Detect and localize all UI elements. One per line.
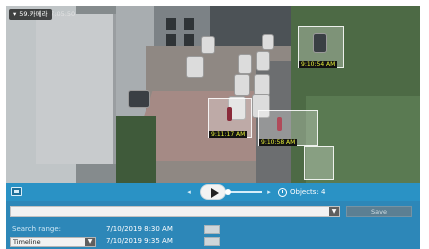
detected-person bbox=[227, 107, 232, 121]
building-window bbox=[166, 34, 176, 46]
search-panel: ▼ Save Search range: 7/10/2019 8:30 AM T… bbox=[6, 201, 420, 249]
camera-label: 59.카메라 bbox=[19, 10, 48, 18]
chevron-down-icon[interactable]: ▼ bbox=[329, 207, 339, 216]
play-button[interactable] bbox=[200, 184, 226, 200]
end-date-picker[interactable] bbox=[204, 237, 220, 246]
chevron-down-icon[interactable]: ▼ bbox=[85, 238, 95, 246]
building-window bbox=[166, 18, 176, 30]
start-datetime: 7/10/2019 8:30 AM bbox=[106, 225, 173, 233]
detection-box[interactable]: 9:11:17 AM bbox=[208, 98, 252, 138]
parked-car bbox=[262, 34, 274, 50]
parked-car bbox=[254, 74, 270, 96]
previous-button[interactable]: ◂ bbox=[184, 187, 194, 197]
seek-handle[interactable] bbox=[225, 189, 231, 195]
mode-select-value: Timeline bbox=[13, 238, 41, 246]
detection-timestamp: 9:11:17 AM bbox=[209, 131, 248, 138]
detected-car bbox=[313, 33, 327, 53]
parked-car bbox=[238, 54, 252, 74]
parked-car bbox=[201, 36, 215, 54]
end-datetime: 7/10/2019 9:35 AM bbox=[106, 237, 173, 245]
parked-car bbox=[128, 90, 150, 108]
clock-icon bbox=[278, 187, 287, 197]
detection-timestamp: 9:10:58 AM bbox=[259, 139, 298, 146]
parked-car bbox=[186, 56, 204, 78]
parked-car bbox=[234, 74, 250, 96]
parked-car bbox=[256, 51, 270, 71]
objects-count-label: Objects: 4 bbox=[290, 188, 326, 196]
mode-select[interactable]: Timeline ▼ bbox=[10, 237, 96, 247]
bushes bbox=[116, 116, 156, 183]
save-button[interactable]: Save bbox=[346, 206, 412, 217]
detection-box[interactable] bbox=[304, 146, 334, 180]
next-button[interactable]: ▸ bbox=[264, 187, 274, 197]
seek-slider[interactable] bbox=[225, 189, 262, 195]
objects-counter: Objects: 4 bbox=[278, 186, 325, 198]
detected-person bbox=[277, 117, 282, 131]
search-range-label: Search range: bbox=[12, 225, 61, 233]
image-icon[interactable] bbox=[11, 187, 22, 196]
building-window bbox=[184, 34, 194, 46]
camera-tag: ▾ 59.카메라 bbox=[9, 9, 52, 20]
detection-timestamp: 9:10:54 AM bbox=[299, 61, 338, 68]
start-date-picker[interactable] bbox=[204, 225, 220, 234]
video-viewport[interactable]: 9:10:54 AM 9:11:17 AM 9:10:58 AM 07:05:5… bbox=[6, 6, 420, 183]
query-combo-box[interactable]: ▼ bbox=[10, 206, 340, 217]
playback-control-bar: ◂ ▸ Objects: 4 bbox=[6, 183, 420, 201]
camera-icon: ▾ bbox=[13, 10, 17, 18]
detection-box[interactable]: 9:10:58 AM bbox=[258, 110, 318, 146]
detection-box[interactable]: 9:10:54 AM bbox=[298, 26, 344, 68]
building-window bbox=[184, 18, 194, 30]
building-face bbox=[36, 14, 116, 164]
